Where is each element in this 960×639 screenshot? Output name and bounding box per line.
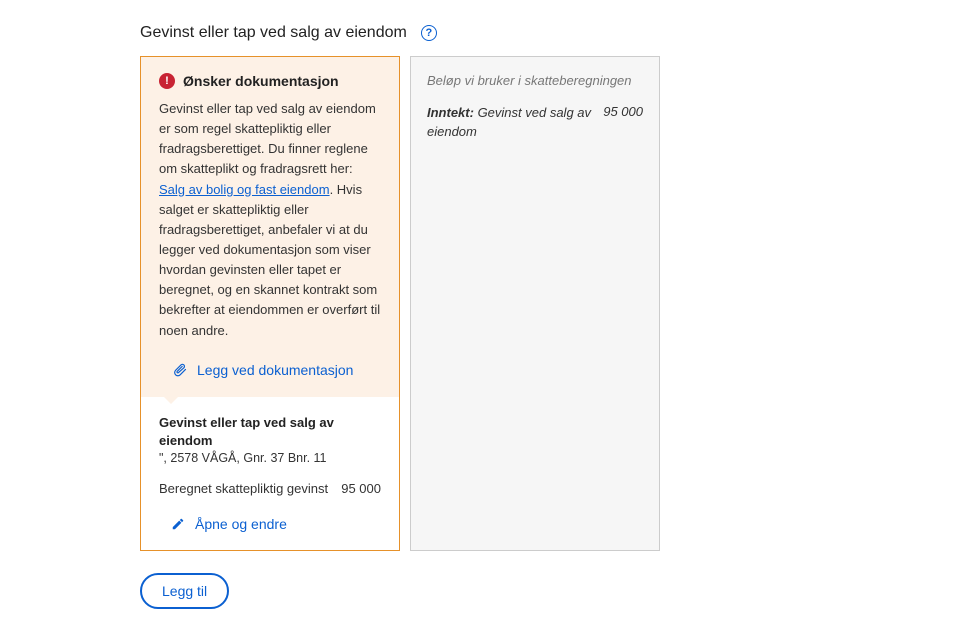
help-icon[interactable]: ? <box>421 25 437 41</box>
calculated-gain-value: 95 000 <box>341 481 381 496</box>
add-button[interactable]: Legg til <box>140 573 229 609</box>
page-title: Gevinst eller tap ved salg av eiendom <box>140 24 407 42</box>
warning-icon: ! <box>159 73 175 89</box>
property-item-title: Gevinst eller tap ved salg av eiendom <box>159 414 381 450</box>
property-sale-card: ! Ønsker dokumentasjon Gevinst eller tap… <box>140 56 400 551</box>
warning-text-before: Gevinst eller tap ved salg av eiendom er… <box>159 101 376 176</box>
open-and-edit-button[interactable]: Åpne og endre <box>159 516 381 532</box>
calculated-gain-label: Beregnet skattepliktig gevinst <box>159 481 328 496</box>
tax-summary-row: Inntekt: Gevinst ved salg av eiendom 95 … <box>427 104 643 142</box>
warning-body: Gevinst eller tap ved salg av eiendom er… <box>159 99 381 341</box>
open-and-edit-label: Åpne og endre <box>195 516 287 532</box>
property-item: Gevinst eller tap ved salg av eiendom ",… <box>141 404 399 550</box>
paperclip-icon <box>173 361 187 379</box>
warning-text-after: . Hvis salget er skattepliktig eller fra… <box>159 182 380 338</box>
tax-summary-label: Inntekt: Gevinst ved salg av eiendom <box>427 104 593 142</box>
attach-documentation-label: Legg ved dokumentasjon <box>197 362 353 378</box>
property-item-address: ", 2578 VÅGÅ, Gnr. 37 Bnr. 11 <box>159 451 381 465</box>
tax-summary-label-bold: Inntekt: <box>427 105 474 120</box>
tax-summary-value: 95 000 <box>603 104 643 119</box>
documentation-warning-box: ! Ønsker dokumentasjon Gevinst eller tap… <box>141 57 399 397</box>
tax-summary-panel: Beløp vi bruker i skatteberegningen Innt… <box>410 56 660 551</box>
pencil-icon <box>171 517 185 531</box>
warning-title: Ønsker dokumentasjon <box>183 73 339 89</box>
notch-decoration <box>163 396 179 404</box>
attach-documentation-button[interactable]: Legg ved dokumentasjon <box>159 361 381 379</box>
sale-rules-link[interactable]: Salg av bolig og fast eiendom <box>159 182 330 197</box>
tax-summary-heading: Beløp vi bruker i skatteberegningen <box>427 73 643 88</box>
